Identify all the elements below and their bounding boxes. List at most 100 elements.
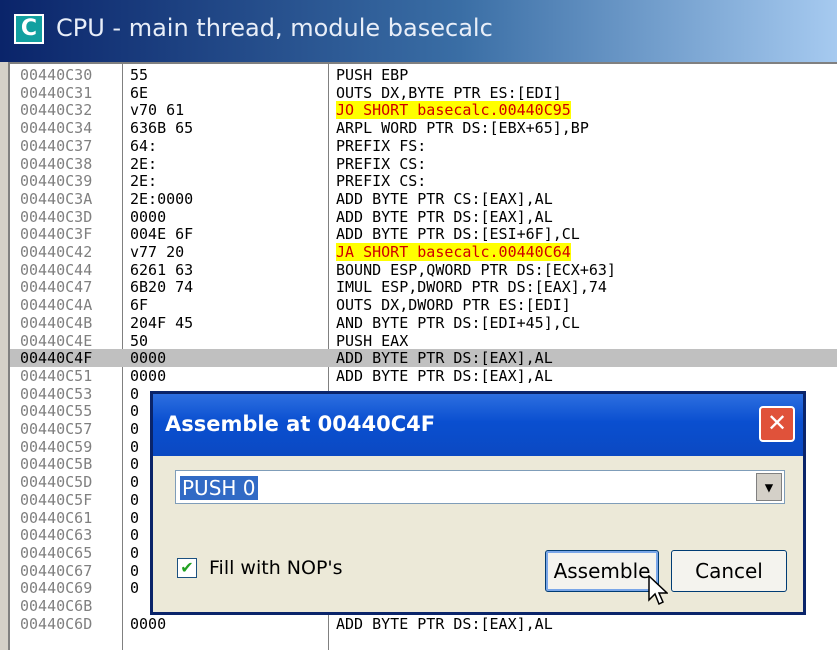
row-hex-dump: 6E	[130, 84, 148, 102]
row-address: 00440C5D	[20, 473, 93, 492]
assembly-input-value[interactable]: PUSH 0	[180, 476, 258, 500]
row-instruction: IMUL ESP,DWORD PTR DS:[EAX],74	[336, 278, 607, 297]
row-address: 00440C4A	[20, 296, 93, 315]
disassembly-row[interactable]: 00440C31 6E OUTS DX,BYTE PTR ES:[EDI]	[10, 84, 837, 102]
row-hex-value: 0000	[130, 614, 167, 633]
row-hex-value: 6B20 74	[130, 278, 194, 297]
row-address: 00440C39	[20, 172, 93, 191]
fill-nops-checkbox[interactable]: ✔	[177, 558, 197, 578]
disassembly-row[interactable]: 00440C51 0000 ADD BYTE PTR DS:[EAX],AL	[10, 367, 837, 385]
row-address: 00440C4F	[20, 349, 93, 368]
row-hex-value: 6F	[130, 296, 149, 315]
disassembly-row[interactable]: 00440C37 64: PREFIX FS:	[10, 137, 837, 155]
row-hex-dump: 0	[130, 455, 139, 473]
assembly-input[interactable]: PUSH 0 ▼	[175, 470, 785, 504]
row-hex-dump: 0	[130, 526, 139, 544]
row-address: 00440C4B	[20, 313, 93, 332]
disassembly-row[interactable]: 00440C47 6B20 74 IMUL ESP,DWORD PTR DS:[EA…	[10, 278, 837, 296]
window-title: CPU - main thread, module basecalc	[56, 14, 493, 42]
disassembly-row[interactable]: 00440C3F 004E 6F ADD BYTE PTR DS:[ESI+6F],…	[10, 225, 837, 243]
row-instruction: OUTS DX,BYTE PTR ES:[EDI]	[336, 83, 562, 102]
row-hex-value: 0	[130, 473, 140, 492]
row-address: 00440C42	[20, 243, 93, 261]
row-instruction: AND BYTE PTR DS:[EDI+45],CL	[336, 313, 580, 332]
disassembly-row[interactable]: 00440C30 55 PUSH EBP	[10, 66, 837, 84]
row-address: 00440C3D	[20, 207, 93, 226]
row-instruction: ADD BYTE PTR DS:[EAX],AL	[336, 614, 553, 633]
dialog-titlebar[interactable]: Assemble at 00440C4F ✕	[153, 394, 803, 456]
row-address: 00440C51	[20, 366, 93, 385]
row-address: 00440C31	[20, 83, 93, 102]
window-titlebar[interactable]: C CPU - main thread, module basecalc	[0, 0, 837, 62]
row-hex-value: 2E:	[130, 154, 158, 173]
row-hex-dump: 636B 65	[130, 119, 193, 137]
row-hex-dump: 2E:	[130, 172, 157, 190]
row-hex-dump: 204F 45	[130, 314, 193, 332]
row-instruction: PREFIX CS:	[336, 172, 427, 191]
row-hex-value: 0	[130, 420, 140, 438]
disassembly-row[interactable]: 00440C44 6261 63 BOUND ESP,QWORD PTR DS:[E…	[10, 261, 837, 279]
row-hex-dump: 0	[130, 420, 139, 438]
row-address: 00440C3F	[20, 225, 93, 244]
row-hex-value: 0	[130, 384, 140, 403]
disassembly-row[interactable]: 00440C38 2E: PREFIX CS:	[10, 155, 837, 173]
disassembly-row[interactable]: 00440C4A 6F OUTS DX,DWORD PTR ES:[EDI]	[10, 296, 837, 314]
row-instruction: ADD BYTE PTR DS:[EAX],AL	[336, 349, 553, 368]
dialog-title: Assemble at 00440C4F	[165, 412, 436, 436]
row-address: 00440C34	[20, 119, 93, 138]
disassembly-row[interactable]: 00440C3A 2E:0000 ADD BYTE PTR CS:[EAX],AL	[10, 190, 837, 208]
row-hex-value: 0	[130, 561, 140, 580]
row-hex-dump: 0	[130, 579, 139, 597]
row-hex-value: 55	[130, 66, 149, 84]
disassembly-row[interactable]: 00440C39 2E: PREFIX CS:	[10, 172, 837, 190]
row-hex-value: 2E:	[130, 172, 158, 191]
row-instruction: PUSH EBP	[336, 66, 409, 84]
row-hex-dump: v77 20	[130, 243, 184, 261]
row-hex-value: 0	[130, 490, 140, 509]
row-hex-dump: 0	[130, 544, 139, 562]
chevron-down-icon[interactable]: ▼	[756, 473, 782, 501]
disassembly-row[interactable]: 00440C4B 204F 45 AND BYTE PTR DS:[EDI+45],…	[10, 314, 837, 332]
disassembly-row[interactable]: 00440C4F 0000 ADD BYTE PTR DS:[EAX],AL	[10, 349, 837, 368]
row-address: 00440C44	[20, 260, 93, 279]
row-hex-value: 0	[130, 508, 140, 527]
assemble-button[interactable]: Assemble	[545, 550, 659, 592]
row-hex-dump: 55	[130, 66, 148, 84]
jump-arrow-icon: v	[130, 101, 140, 120]
cancel-button[interactable]: Cancel	[671, 550, 787, 592]
row-hex-dump: v70 61	[130, 101, 184, 119]
row-hex-value: 77 20	[139, 243, 185, 261]
row-hex-dump: 0	[130, 491, 139, 509]
disassembly-row[interactable]: 00440C4E 50 PUSH EAX	[10, 332, 837, 350]
row-instruction: ARPL WORD PTR DS:[EBX+65],BP	[336, 119, 589, 138]
row-hex-dump: 6261 63	[130, 261, 193, 279]
row-address: 00440C5B	[20, 455, 93, 474]
row-address: 00440C6D	[20, 614, 93, 633]
row-hex-dump: 6F	[130, 296, 148, 314]
row-hex-value: 0000	[130, 349, 167, 368]
row-hex-dump: 50	[130, 332, 148, 350]
row-address: 00440C30	[20, 66, 93, 84]
row-instruction: PREFIX CS:	[336, 154, 427, 173]
row-instruction: PREFIX FS:	[336, 136, 427, 155]
disassembly-row[interactable]: 00440C42 v77 20 JA SHORT basecalc.00440C64	[10, 243, 837, 261]
mouse-pointer-icon	[648, 575, 668, 606]
row-hex-dump: 64:	[130, 137, 157, 155]
cpu-window-icon: C	[14, 14, 44, 44]
disassembly-row[interactable]: 00440C3D 0000 ADD BYTE PTR DS:[EAX],AL	[10, 208, 837, 226]
close-button[interactable]: ✕	[759, 406, 795, 442]
disassembly-row[interactable]: 00440C34 636B 65 ARPL WORD PTR DS:[EBX+65]…	[10, 119, 837, 137]
disassembly-row[interactable]: 00440C6D 0000 ADD BYTE PTR DS:[EAX],AL	[10, 615, 837, 633]
fill-nops-label[interactable]: Fill with NOP's	[209, 557, 343, 579]
row-address: 00440C3A	[20, 189, 93, 208]
row-address: 00440C47	[20, 278, 93, 297]
row-hex-value: 204F 45	[130, 313, 194, 332]
row-hex-dump: 6B20 74	[130, 278, 193, 296]
row-instruction: ADD BYTE PTR DS:[EAX],AL	[336, 207, 553, 226]
row-hex-value: 50	[130, 331, 149, 350]
row-hex-value: 0000	[130, 207, 167, 226]
row-instruction: JA SHORT basecalc.00440C64	[336, 243, 571, 261]
disassembly-row[interactable]: 00440C32 v70 61 JO SHORT basecalc.00440C95	[10, 101, 837, 120]
row-address: 00440C32	[20, 101, 93, 120]
row-hex-value: 0	[130, 543, 140, 562]
